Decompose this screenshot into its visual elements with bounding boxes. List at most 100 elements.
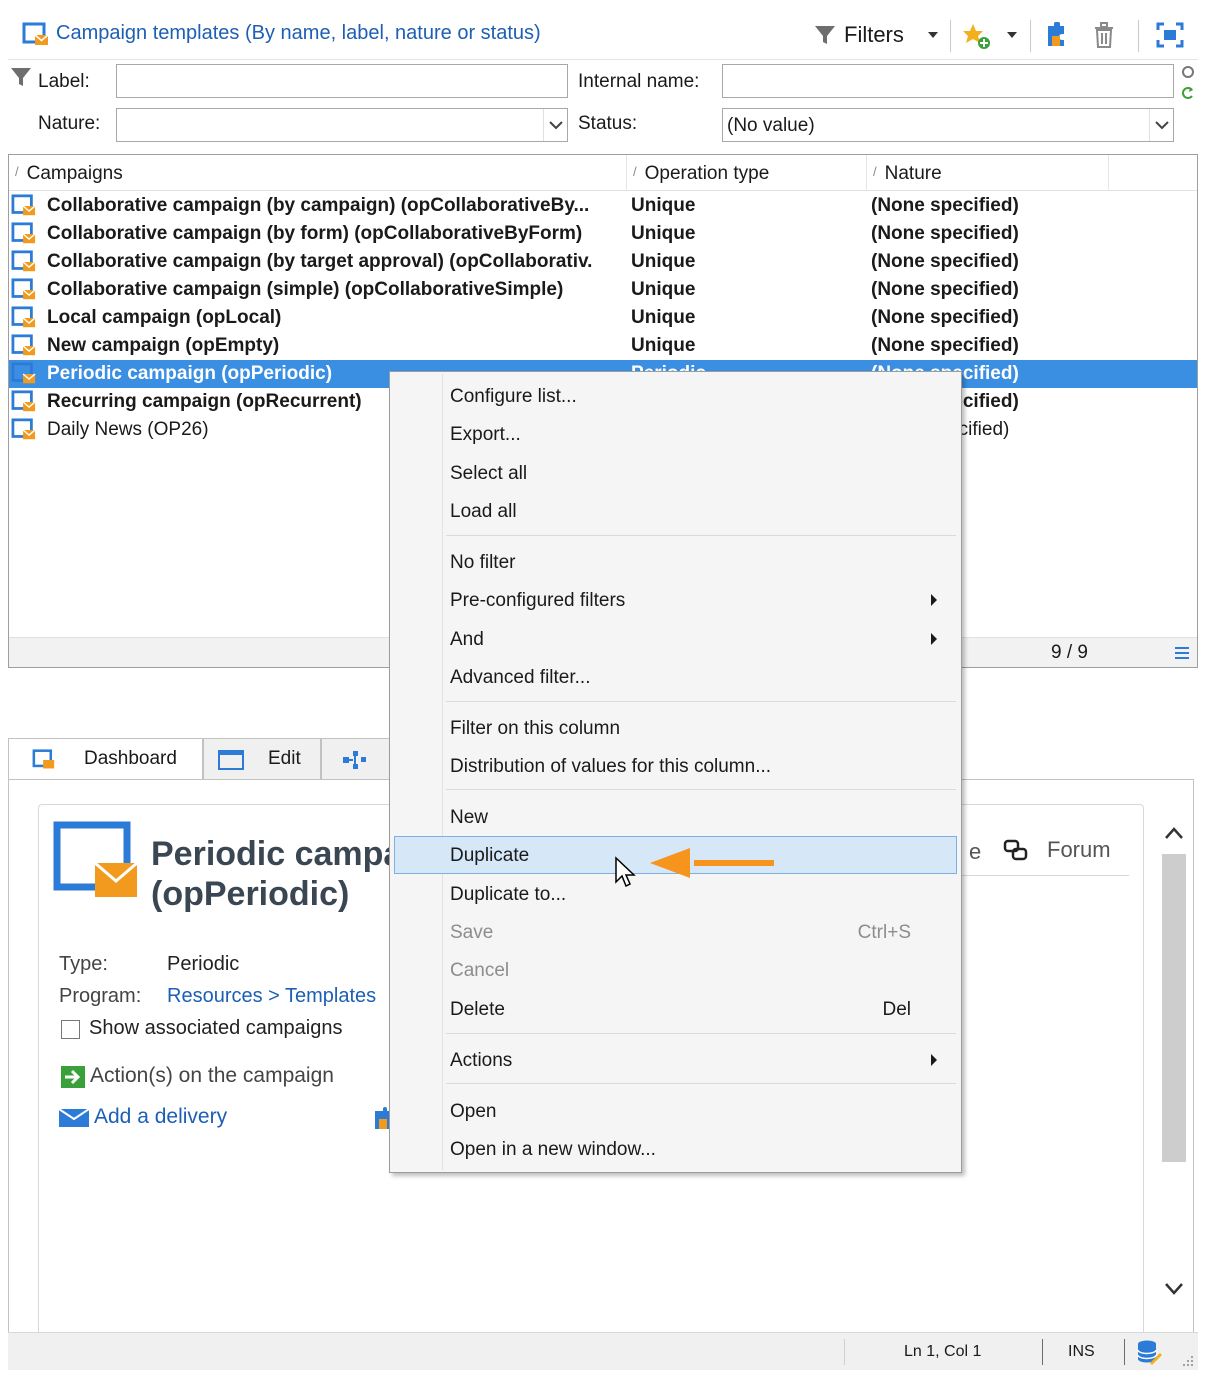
menu-item-label: Open in a new window... [450, 1139, 656, 1160]
menu-item-label: Distribution of values for this column..… [450, 756, 772, 777]
menu-item-shortcut: Ctrl+S [857, 922, 911, 943]
forum-label: Forum [1047, 837, 1111, 862]
add-delivery-link[interactable]: Add a delivery [59, 1103, 259, 1131]
menu-item-no-filter[interactable]: No filter [394, 543, 957, 581]
submenu-arrow-icon [931, 594, 937, 606]
menu-item-open-in-a-new-window[interactable]: Open in a new window... [394, 1130, 957, 1168]
nature-select[interactable] [116, 108, 568, 142]
operation-type-cell: Unique [631, 279, 696, 300]
campaign-name-cell: New campaign (opEmpty) [47, 335, 280, 356]
status-bar: Ln 1, Col 1 INS [8, 1332, 1198, 1370]
tab-workflow[interactable] [321, 738, 391, 780]
resize-grip-icon[interactable] [1180, 1353, 1194, 1367]
list-header-toolbar: Campaign templates (By name, label, natu… [8, 8, 1198, 60]
menu-item-label: Save [450, 922, 494, 943]
new-button[interactable] [958, 20, 1022, 50]
chevron-down-icon [543, 109, 567, 141]
menu-item-pre-configured-filters[interactable]: Pre-configured filters [394, 581, 957, 619]
menu-item-duplicate-to[interactable]: Duplicate to... [394, 875, 957, 913]
menu-item-label: And [450, 629, 484, 650]
actions-heading: Action(s) on the campaign [90, 1064, 334, 1087]
fullscreen-icon[interactable] [1156, 22, 1184, 48]
menu-item-actions[interactable]: Actions [394, 1041, 957, 1079]
funnel-icon [11, 68, 31, 86]
operation-type-cell: Unique [631, 307, 696, 328]
workflow-icon [343, 751, 366, 769]
show-associated-campaigns-checkbox[interactable]: Show associated campaigns [59, 1017, 389, 1045]
menu-item-label: Delete [450, 999, 505, 1020]
menu-item-delete[interactable]: Delete Del [394, 990, 957, 1028]
campaign-name-cell: Collaborative campaign (by campaign) (op… [47, 195, 590, 216]
type-label: Type: [59, 953, 108, 975]
puzzle-icon[interactable] [1042, 22, 1068, 48]
operation-type-cell: Unique [631, 195, 696, 216]
submenu-arrow-icon [931, 1054, 937, 1066]
menu-item-distribution-of-values-for-this-column[interactable]: Distribution of values for this column..… [394, 747, 957, 785]
add-delivery-label: Add a delivery [94, 1105, 228, 1128]
menu-item-label: Configure list... [450, 386, 577, 407]
menu-item-and[interactable]: And [394, 620, 957, 658]
table-row[interactable]: Collaborative campaign (by target approv… [9, 248, 1197, 276]
chevron-down-icon[interactable] [1164, 1282, 1184, 1296]
menu-item-label: New [450, 807, 489, 828]
campaign-name-cell: Collaborative campaign (simple) (opColla… [47, 279, 564, 300]
column-header-operation-type[interactable]: / Operation type [627, 155, 867, 191]
internal-name-input[interactable] [722, 64, 1174, 98]
refresh-icon[interactable] [1182, 86, 1194, 100]
table-row[interactable]: Collaborative campaign (by campaign) (op… [9, 192, 1197, 220]
status-select-value: (No value) [727, 115, 815, 136]
tab-edit[interactable]: Edit [203, 738, 321, 780]
arrow-right-box-icon [61, 1066, 85, 1088]
status-field-label: Status: [578, 113, 638, 134]
menu-separator [446, 535, 956, 536]
clear-filter-icon[interactable] [1182, 66, 1194, 78]
menu-item-filter-on-this-column[interactable]: Filter on this column [394, 709, 957, 747]
nature-cell: (None specified) [871, 307, 1019, 328]
operation-type-cell: Unique [631, 335, 696, 356]
menu-separator [446, 1083, 956, 1084]
status-select[interactable]: (No value) [722, 108, 1174, 142]
menu-item-label: Load all [450, 501, 517, 522]
form-icon [218, 750, 244, 770]
chevron-down-icon [928, 32, 938, 38]
scrollbar-thumb[interactable] [1162, 854, 1186, 1162]
filter-panel: Label: Internal name: Nature: Status: (N… [8, 60, 1198, 152]
table-row[interactable]: Collaborative campaign (simple) (opColla… [9, 276, 1197, 304]
context-menu: Configure list... Export... Select all Load… [389, 371, 962, 1173]
menu-item-advanced-filter[interactable]: Advanced filter... [394, 658, 957, 696]
column-header-nature[interactable]: / Nature [867, 155, 1109, 191]
chevron-down-icon [1149, 109, 1173, 141]
forum-icon [1003, 839, 1028, 861]
chevron-up-icon[interactable] [1164, 826, 1184, 840]
vertical-scrollbar[interactable] [1160, 816, 1188, 1316]
filters-button[interactable]: Filters [814, 20, 944, 50]
program-link[interactable]: Resources > Templates [167, 985, 389, 1008]
nature-cell: (None specified) [871, 335, 1019, 356]
table-row[interactable]: Collaborative campaign (by form) (opColl… [9, 220, 1197, 248]
nature-cell: (None specified) [871, 195, 1019, 216]
menu-item-open[interactable]: Open [394, 1092, 957, 1130]
list-menu-icon[interactable] [1175, 647, 1189, 659]
table-row[interactable]: New campaign (opEmpty) Unique (None specif… [9, 332, 1197, 360]
menu-item-export[interactable]: Export... [394, 415, 957, 453]
nature-cell: (None specified) [871, 279, 1019, 300]
menu-item-shortcut: Del [882, 999, 911, 1020]
tab-dashboard[interactable]: Dashboard [8, 738, 203, 780]
cursor-position: Ln 1, Col 1 [904, 1343, 982, 1360]
trash-icon[interactable] [1092, 21, 1116, 49]
label-field-label: Label: [38, 71, 90, 92]
database-icon[interactable] [1136, 1339, 1162, 1367]
menu-item-select-all[interactable]: Select all [394, 454, 957, 492]
menu-item-save: Save Ctrl+S [394, 913, 957, 951]
forum-link[interactable]: Forum [1003, 835, 1133, 865]
menu-item-new[interactable]: New [394, 798, 957, 836]
menu-item-configure-list[interactable]: Configure list... [394, 377, 957, 415]
menu-item-load-all[interactable]: Load all [394, 492, 957, 530]
table-row[interactable]: Local campaign (opLocal) Unique (None spec… [9, 304, 1197, 332]
menu-item-label: Select all [450, 463, 528, 484]
campaign-title-line2: (opPeriodic) [151, 875, 350, 913]
column-header-campaigns[interactable]: / Campaigns [9, 155, 627, 191]
tab-label: Edit [268, 748, 301, 769]
label-input[interactable] [116, 64, 568, 98]
list-title[interactable]: Campaign templates (By name, label, natu… [56, 22, 541, 45]
